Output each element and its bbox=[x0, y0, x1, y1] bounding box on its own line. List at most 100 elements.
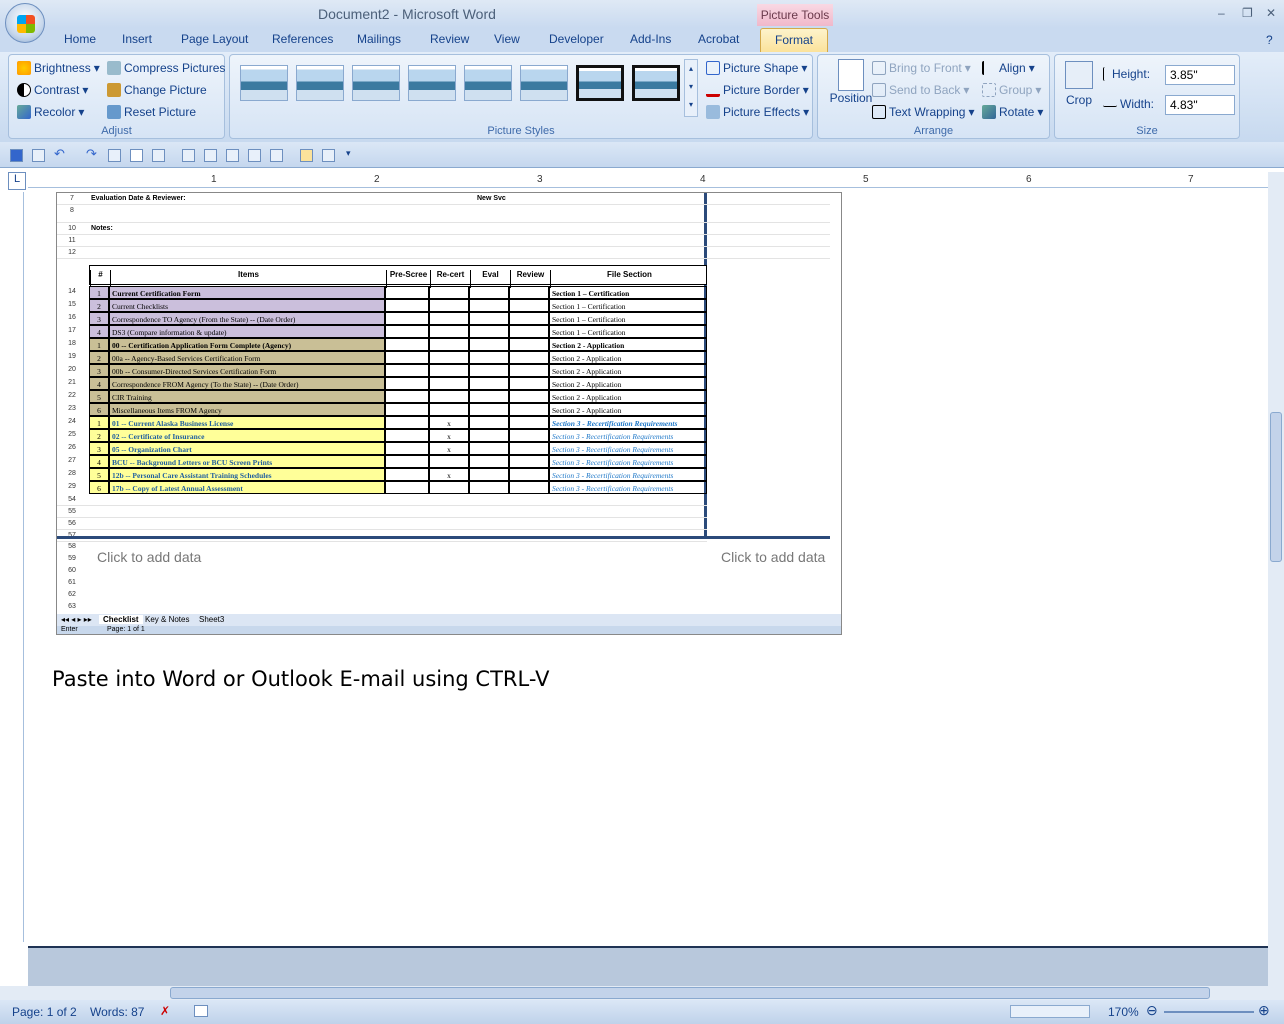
undo-icon[interactable]: ↶ bbox=[54, 146, 67, 161]
customize-icon[interactable]: ▾ bbox=[346, 148, 359, 161]
picture-style-thumbnail[interactable] bbox=[408, 65, 456, 101]
zoom-in-icon[interactable]: ⊕ bbox=[1258, 1002, 1270, 1019]
sun-icon bbox=[17, 61, 31, 75]
height-input[interactable]: 3.85" bbox=[1165, 65, 1235, 85]
picture-style-thumbnail[interactable] bbox=[296, 65, 344, 101]
check-cell bbox=[509, 416, 549, 429]
macro-icon[interactable] bbox=[194, 1005, 208, 1017]
new-document-icon[interactable] bbox=[130, 149, 143, 162]
change-picture-button[interactable]: Change Picture bbox=[107, 83, 207, 97]
office-button[interactable] bbox=[5, 3, 45, 43]
help-icon[interactable]: ? bbox=[1266, 33, 1273, 47]
tab-add-ins[interactable]: Add-Ins bbox=[630, 32, 671, 46]
tab-format[interactable]: Format bbox=[760, 28, 829, 52]
zoom-slider[interactable] bbox=[1164, 1011, 1254, 1013]
table-row: 20 3 00b -- Consumer-Directed Services Cer… bbox=[57, 364, 830, 377]
picture-style-thumbnail[interactable] bbox=[352, 65, 400, 101]
compress-pictures-button[interactable]: Compress Pictures bbox=[107, 61, 225, 75]
vertical-scroll-thumb[interactable] bbox=[1270, 412, 1282, 562]
sheet-tab-sheet3[interactable]: Sheet3 bbox=[199, 615, 224, 624]
tab-mailings[interactable]: Mailings bbox=[357, 32, 401, 46]
sheet-icon[interactable] bbox=[322, 149, 335, 162]
restore-icon[interactable]: ❐ bbox=[1242, 6, 1253, 20]
save-icon[interactable] bbox=[10, 149, 23, 162]
table-row: 29 6 17b -- Copy of Latest Annual Assessme… bbox=[57, 481, 830, 494]
format-icon[interactable] bbox=[152, 149, 165, 162]
vertical-ruler[interactable] bbox=[8, 192, 24, 942]
zoom-out-icon[interactable]: ⊖ bbox=[1146, 1002, 1158, 1019]
row-number: 16 bbox=[68, 314, 76, 321]
paste-instruction-text: Paste into Word or Outlook E-mail using … bbox=[52, 667, 550, 691]
reset-icon bbox=[107, 105, 121, 119]
sheet-tab-checklist[interactable]: Checklist bbox=[99, 615, 143, 624]
reset-picture-button[interactable]: Reset Picture bbox=[107, 105, 196, 119]
horizontal-scrollbar[interactable] bbox=[0, 986, 1284, 1000]
table-icon[interactable] bbox=[182, 149, 195, 162]
contrast-label: Contrast bbox=[34, 83, 80, 97]
redo-icon[interactable]: ↷ bbox=[86, 146, 99, 161]
check-cell bbox=[509, 403, 549, 416]
check-cell bbox=[469, 338, 509, 351]
check-cell bbox=[509, 338, 549, 351]
crop-button[interactable]: Crop bbox=[1061, 61, 1097, 107]
contrast-button[interactable]: Contrast ▾ bbox=[17, 83, 88, 97]
table-row: 17 4 DS3 (Compare information & update) Sec… bbox=[57, 325, 830, 338]
horizontal-ruler[interactable]: 1 2 3 4 5 6 7 bbox=[28, 172, 1268, 188]
zoom-level[interactable]: 170% bbox=[1108, 1005, 1139, 1019]
brightness-button[interactable]: Brightness ▾ bbox=[17, 61, 100, 75]
item-number: 2 bbox=[89, 429, 109, 442]
tools-icon[interactable] bbox=[270, 149, 283, 162]
embedded-spreadsheet-picture[interactable]: 7 Evaluation Date & Reviewer: New Svc 8 10 No… bbox=[56, 192, 842, 635]
tab-selector[interactable]: L bbox=[8, 172, 26, 190]
align-button[interactable]: Align ▾ bbox=[982, 61, 1035, 75]
picture-shape-button[interactable]: Picture Shape ▾ bbox=[706, 61, 807, 75]
rotate-button[interactable]: Rotate ▾ bbox=[982, 105, 1043, 119]
picture-style-thumbnail[interactable] bbox=[632, 65, 680, 101]
row-number: 7 bbox=[70, 195, 74, 202]
group-button[interactable]: Group ▾ bbox=[982, 83, 1041, 97]
picture-style-thumbnail[interactable] bbox=[464, 65, 512, 101]
send-to-back-button[interactable]: Send to Back ▾ bbox=[872, 83, 969, 97]
tab-view[interactable]: View bbox=[494, 32, 520, 46]
horizontal-scroll-thumb[interactable] bbox=[170, 987, 1210, 999]
view-buttons[interactable] bbox=[1010, 1005, 1090, 1018]
recolor-button[interactable]: Recolor ▾ bbox=[17, 105, 84, 119]
width-input[interactable]: 4.83" bbox=[1165, 95, 1235, 115]
tab-developer[interactable]: Developer bbox=[549, 32, 604, 46]
row-label: Evaluation Date & Reviewer: bbox=[91, 195, 186, 202]
page-count[interactable]: Page: 1 of 2 bbox=[12, 1005, 77, 1019]
picture-border-button[interactable]: Picture Border ▾ bbox=[706, 83, 809, 97]
row-number: 61 bbox=[68, 579, 76, 586]
table-grid-icon[interactable] bbox=[226, 149, 239, 162]
picture-effects-button[interactable]: Picture Effects ▾ bbox=[706, 105, 809, 119]
close-icon[interactable]: ✕ bbox=[1266, 6, 1276, 20]
proofing-icon[interactable]: ✗ bbox=[160, 1004, 170, 1018]
position-button[interactable]: Position bbox=[826, 59, 876, 105]
picture-style-thumbnail[interactable] bbox=[240, 65, 288, 101]
row-number: 11 bbox=[68, 237, 76, 244]
grid-icon[interactable] bbox=[204, 149, 217, 162]
table-row: 15 2 Current Checklists Section 1 – Certifi… bbox=[57, 299, 830, 312]
picture-icon[interactable] bbox=[248, 149, 261, 162]
tab-page-layout[interactable]: Page Layout bbox=[181, 32, 248, 46]
picture-style-thumbnail[interactable] bbox=[576, 65, 624, 101]
tab-home[interactable]: Home bbox=[64, 32, 96, 46]
save-as-icon[interactable] bbox=[32, 149, 45, 162]
minimize-icon[interactable]: – bbox=[1218, 6, 1225, 20]
picture-style-thumbnail[interactable] bbox=[520, 65, 568, 101]
gallery-scroll[interactable]: ▴ ▾ ▾ bbox=[684, 59, 698, 117]
tab-references[interactable]: References bbox=[272, 32, 333, 46]
sheet-nav-icon[interactable]: ◂◂ ◂ ▸ ▸▸ bbox=[61, 615, 92, 624]
bring-to-front-button[interactable]: Bring to Front ▾ bbox=[872, 61, 971, 75]
row-number: 15 bbox=[68, 301, 76, 308]
sheet-tab-key-notes[interactable]: Key & Notes bbox=[145, 615, 189, 624]
sheet-mode: Enter bbox=[61, 626, 78, 633]
print-icon[interactable] bbox=[108, 149, 121, 162]
vertical-scrollbar[interactable] bbox=[1268, 172, 1284, 987]
word-count[interactable]: Words: 87 bbox=[90, 1005, 144, 1019]
text-wrapping-button[interactable]: Text Wrapping ▾ bbox=[872, 105, 975, 119]
tab-acrobat[interactable]: Acrobat bbox=[698, 32, 739, 46]
tab-insert[interactable]: Insert bbox=[122, 32, 152, 46]
camera-icon[interactable] bbox=[300, 149, 313, 162]
tab-review[interactable]: Review bbox=[430, 32, 469, 46]
